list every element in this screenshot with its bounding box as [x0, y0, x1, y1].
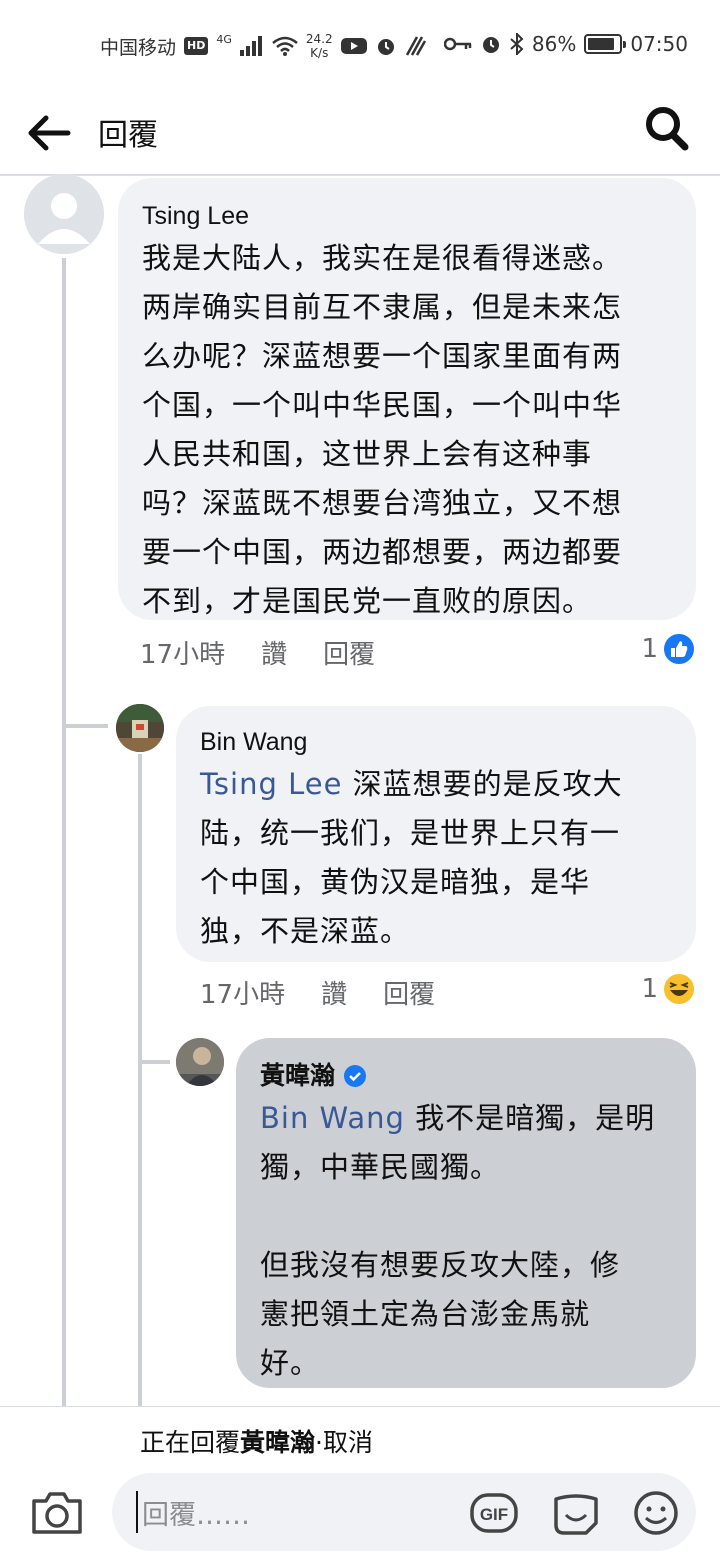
comment-time: 17小時: [140, 640, 226, 670]
replying-name: 黃暐瀚: [240, 1428, 316, 1457]
default-avatar-icon: [24, 174, 104, 254]
reaction-count: 1: [641, 974, 658, 1004]
mention-link[interactable]: Bin Wang: [260, 1101, 405, 1135]
key-icon: [443, 37, 472, 51]
search-icon[interactable]: [644, 104, 690, 154]
mention-link[interactable]: Tsing Lee: [200, 767, 342, 801]
reply-author: 黃暐瀚: [260, 1058, 672, 1094]
separator: ·: [315, 1428, 323, 1457]
wifi-icon: [272, 36, 298, 56]
avatar-bin-wang[interactable]: [116, 704, 164, 752]
reaction-summary[interactable]: 1: [641, 972, 696, 1006]
battery-icon: [584, 34, 627, 54]
speed-unit: K/s: [310, 46, 329, 60]
haha-reaction-icon: [662, 972, 696, 1006]
reply-author[interactable]: Bin Wang: [200, 724, 672, 760]
status-bar: 中国移动 HD 4G 24.2 K/s 86% 07:50: [0, 0, 720, 90]
cancel-reply-link[interactable]: 取消: [323, 1428, 373, 1457]
reaction-count: 1: [641, 634, 658, 664]
thread-line-sub: [138, 754, 142, 1406]
speed-value: 24.2: [305, 32, 333, 46]
network-speed: 24.2 K/s: [306, 32, 333, 60]
reply-bubble[interactable]: Bin Wang Tsing Lee 深蓝想要的是反攻大 陆，统一我们，是世界上…: [176, 706, 696, 962]
author-name[interactable]: 黃暐瀚: [260, 1058, 335, 1094]
replying-to-notice: 正在回覆黃暐瀚·取消: [140, 1423, 373, 1459]
avatar-tsing-lee[interactable]: [24, 174, 104, 254]
thread-line-main: [62, 258, 66, 1406]
clock: 07:50: [630, 32, 688, 56]
signal-icon: [239, 36, 262, 56]
header: 回覆: [0, 90, 720, 176]
emoji-icon[interactable]: [632, 1489, 680, 1537]
reply-button[interactable]: 回覆: [383, 974, 435, 1011]
carrier-label: 中国移动: [100, 36, 177, 59]
hd-badge: HD: [184, 37, 209, 55]
bluetooth-icon: [510, 33, 524, 55]
app-notification-icon: [405, 36, 426, 56]
like-button[interactable]: 讚: [321, 974, 347, 1011]
reply-composer: 正在回覆黃暐瀚·取消 回覆…… GIF: [0, 1406, 720, 1560]
status-right: 86% 07:50: [443, 32, 688, 56]
reply-placeholder: 回覆……: [142, 1500, 250, 1531]
comment-bubble[interactable]: Tsing Lee 我是大陆人，我实在是很看得迷惑。 两岸确实目前互不隶属，但是…: [118, 178, 696, 620]
verified-badge-icon: [344, 1065, 367, 1087]
reply-button[interactable]: 回覆: [323, 634, 375, 671]
reaction-summary[interactable]: 1: [641, 632, 696, 666]
camera-icon[interactable]: [30, 1487, 84, 1537]
like-button[interactable]: 讚: [261, 634, 287, 671]
battery-percent: 86%: [531, 32, 577, 56]
youtube-icon: [340, 38, 367, 54]
profile-photo: [176, 1038, 224, 1086]
thread-branch-2: [138, 1060, 170, 1064]
sticker-icon[interactable]: [552, 1489, 600, 1537]
back-arrow-icon[interactable]: [24, 108, 74, 158]
comment-actions: 17小時 讚 回覆: [140, 634, 375, 671]
status-left: 中国移动 HD 4G 24.2 K/s: [100, 32, 427, 60]
reply-actions: 17小時 讚 回覆: [200, 974, 435, 1011]
comment-author[interactable]: Tsing Lee: [142, 198, 672, 234]
gif-label: GIF: [480, 1505, 508, 1524]
reply-time: 17小時: [200, 980, 286, 1010]
like-reaction-icon: [662, 632, 696, 666]
avatar-huang[interactable]: [176, 1038, 224, 1086]
profile-photo: [116, 704, 164, 752]
reply-bubble-selected[interactable]: 黃暐瀚 Bin Wang 我不是暗獨，是明 獨，中華民國獨。 但我沒有想要反攻大…: [236, 1038, 696, 1388]
alarm-clock-icon: [482, 37, 499, 53]
reply-text: 我不是暗獨，是明 獨，中華民國獨。 但我沒有想要反攻大陸，修 憲把領土定為台澎金…: [260, 1101, 656, 1380]
network-type-label: 4G: [216, 32, 232, 46]
comment-text: 我是大陆人，我实在是很看得迷惑。 两岸确实目前互不隶属，但是未来怎 么办呢？深蓝…: [142, 241, 623, 618]
gif-icon[interactable]: GIF: [470, 1489, 518, 1537]
alarm-icon: [377, 39, 394, 55]
replying-prefix: 正在回覆: [140, 1428, 241, 1457]
thread-branch-1: [62, 724, 108, 728]
page-title: 回覆: [98, 118, 158, 153]
reply-input[interactable]: 回覆…… GIF: [112, 1473, 696, 1551]
text-caret: [136, 1491, 138, 1533]
